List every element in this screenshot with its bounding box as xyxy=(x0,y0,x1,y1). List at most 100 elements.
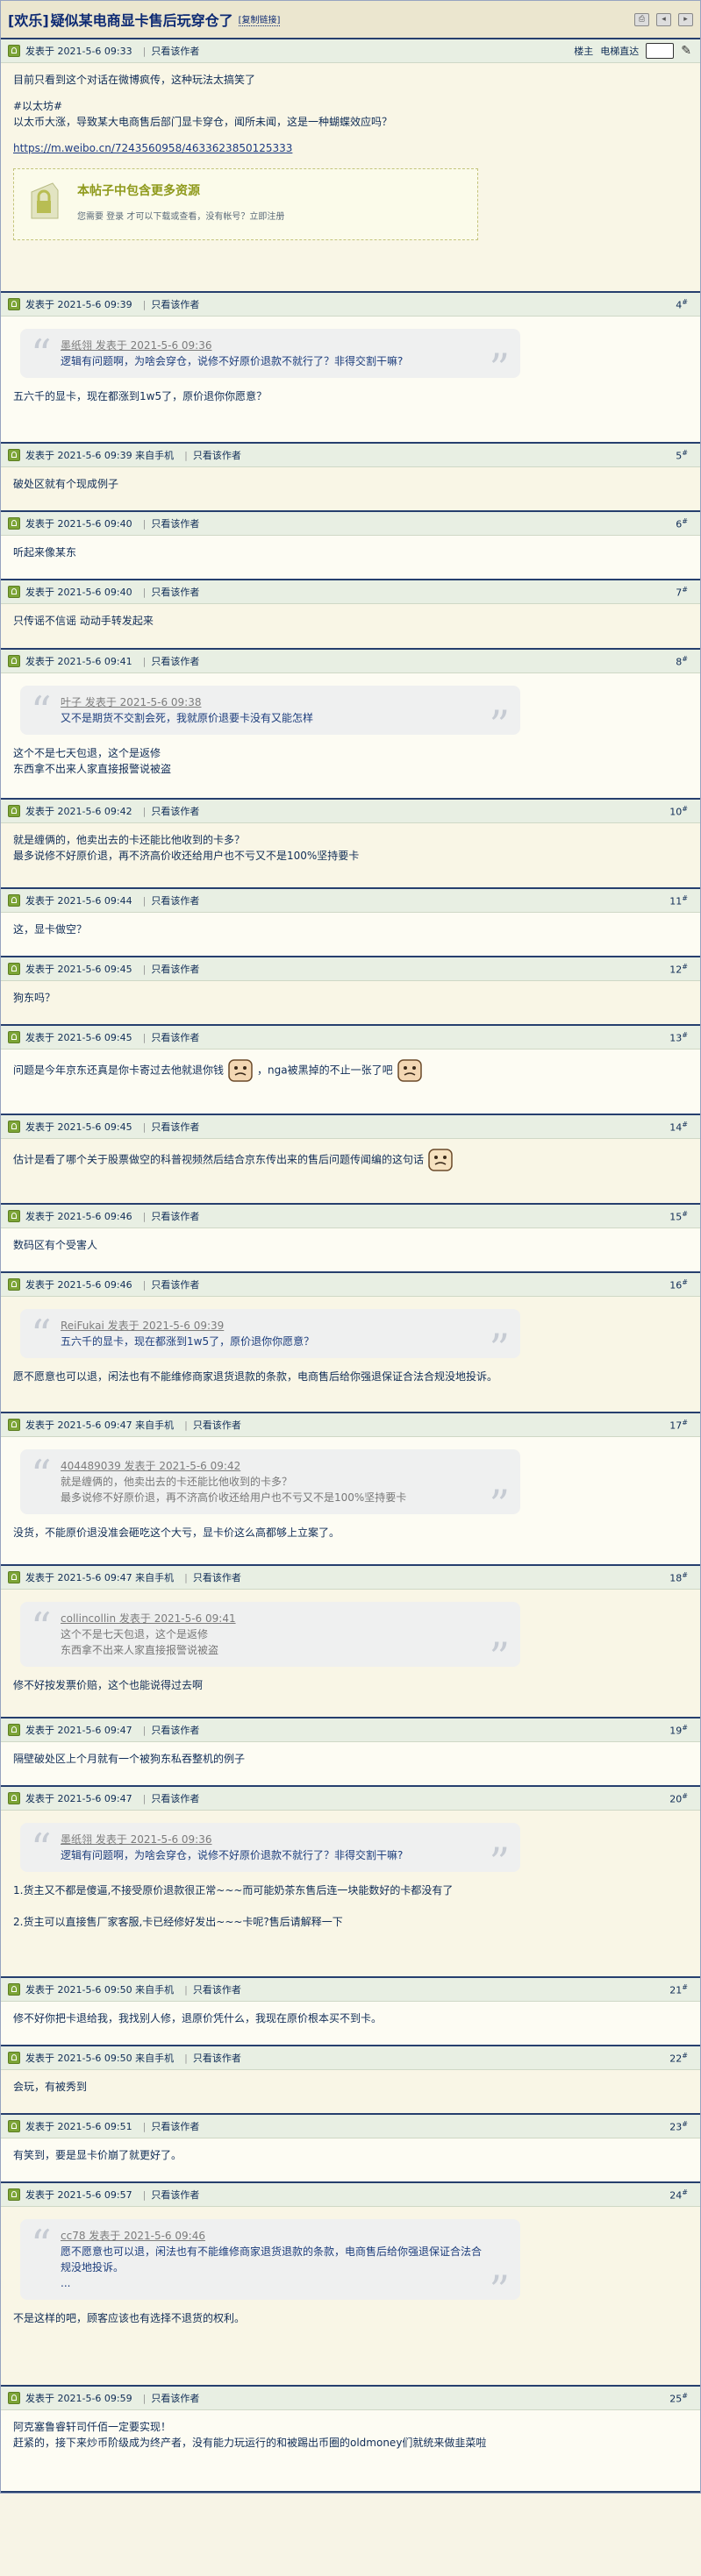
open-quote-icon: “ xyxy=(31,1604,52,1651)
reply-post: 发表于 2021-5-6 09:47 | 只看该作者 19# 隔壁破处区上个月就有一个被… xyxy=(1,1719,700,1787)
weibo-link[interactable]: https://m.weibo.cn/7243560958/4633623850… xyxy=(13,142,292,154)
only-author-link[interactable]: 只看该作者 xyxy=(151,1030,199,1044)
only-author-link[interactable]: 只看该作者 xyxy=(193,1570,241,1584)
post-date: 发表于 2021-5-6 09:39 xyxy=(25,299,132,310)
floor-number: 21# xyxy=(669,1982,688,1996)
only-author-link[interactable]: 只看该作者 xyxy=(151,585,199,599)
user-icon[interactable] xyxy=(8,1031,20,1043)
post-line: 五六千的显卡，现在都涨到1w5了，原价退你你愿意？ xyxy=(13,390,268,402)
user-icon[interactable] xyxy=(8,449,20,461)
post-line: 目前只看到这个对话在微博疯传，这种玩法太搞笑了 xyxy=(13,74,256,86)
only-author-link[interactable]: 只看该作者 xyxy=(151,1791,199,1805)
user-icon[interactable] xyxy=(8,2052,20,2064)
next-thread-icon[interactable]: ▸ xyxy=(678,12,693,26)
quote-author[interactable]: 叶子 发表于 2021-5-6 09:38 xyxy=(61,694,485,710)
reply-post: 发表于 2021-5-6 09:40 | 只看该作者 6# 听起来像某东 xyxy=(1,512,700,580)
post-header: 发表于 2021-5-6 09:51 | 只看该作者 23# xyxy=(1,2115,700,2138)
print-icon[interactable]: ⎙ xyxy=(634,12,649,26)
post-body: 估计是看了哪个关于股票做空的科普视频然后结合京东传出来的售后问题传闻编的这句话 xyxy=(1,1139,700,1179)
close-quote-icon: ” xyxy=(489,1325,510,1372)
only-author-link[interactable]: 只看该作者 xyxy=(151,804,199,818)
user-icon[interactable] xyxy=(8,45,20,57)
post-date: 发表于 2021-5-6 09:50 来自手机 xyxy=(25,2053,175,2064)
user-icon[interactable] xyxy=(8,1419,20,1431)
floor-number: 4# xyxy=(676,297,688,311)
only-author-link[interactable]: 只看该作者 xyxy=(151,2119,199,2133)
user-icon[interactable] xyxy=(8,1792,20,1804)
floor-number: 8# xyxy=(676,654,688,668)
floor-value: 22 xyxy=(669,2053,683,2065)
user-icon[interactable] xyxy=(8,1571,20,1583)
only-author-link[interactable]: 只看该作者 xyxy=(151,2391,199,2405)
floor-number: 11# xyxy=(669,893,688,907)
post-body: 数码区有个受害人 xyxy=(1,1228,700,1260)
only-author-link[interactable]: 只看该作者 xyxy=(151,297,199,311)
floor-value: 13 xyxy=(669,1032,683,1044)
only-author-link[interactable]: 只看该作者 xyxy=(151,1120,199,1134)
topic-tag[interactable]: [欢乐] xyxy=(8,9,49,30)
post-body: 只传谣不信谣 动动手转发起来 xyxy=(1,604,700,636)
only-author-link[interactable]: 只看该作者 xyxy=(193,1982,241,1996)
only-author-link[interactable]: 只看该作者 xyxy=(151,1209,199,1223)
only-author-link[interactable]: 只看该作者 xyxy=(193,1418,241,1432)
only-author-link[interactable]: 只看该作者 xyxy=(151,962,199,976)
post-header: 发表于 2021-5-6 09:45 | 只看该作者 13# xyxy=(1,1026,700,1050)
user-icon[interactable] xyxy=(8,2120,20,2132)
user-icon[interactable] xyxy=(8,2392,20,2404)
post-body: 这，显卡做空？ xyxy=(1,913,700,944)
only-author-link[interactable]: 只看该作者 xyxy=(193,2051,241,2065)
copy-link-button[interactable]: [复制链接] xyxy=(238,12,281,26)
only-author-link[interactable]: 只看该作者 xyxy=(151,2188,199,2202)
post-line: 修不好你把卡退给我，我找别人修，退原价凭什么，我现在原价根本买不到卡。 xyxy=(13,2012,383,2025)
post-date: 发表于 2021-5-6 09:47 xyxy=(25,1793,132,1804)
quote-block: “ collincollin 发表于 2021-5-6 09:41 这个不是七天包退… xyxy=(20,1602,520,1677)
floor-jump-input[interactable] xyxy=(646,43,675,59)
quote-author[interactable]: cc78 发表于 2021-5-6 09:46 xyxy=(61,2228,485,2244)
user-icon[interactable] xyxy=(8,805,20,817)
prev-thread-icon[interactable]: ◂ xyxy=(656,12,671,26)
user-icon[interactable] xyxy=(8,894,20,907)
only-author-link[interactable]: 只看该作者 xyxy=(193,448,241,462)
post-header: 发表于 2021-5-6 09:50 来自手机 | 只看该作者 22# xyxy=(1,2046,700,2070)
only-author-link[interactable]: 只看该作者 xyxy=(151,44,199,58)
notice-login-text[interactable]: 您需要 登录 才可以下载或查看，没有帐号？立即注册 xyxy=(77,210,284,225)
post-header: 发表于 2021-5-6 09:45 | 只看该作者 14# xyxy=(1,1115,700,1139)
post-body: “ ReiFukai 发表于 2021-5-6 09:39 五六千的显卡，现在都涨到… xyxy=(1,1297,700,1391)
user-icon[interactable] xyxy=(8,655,20,667)
floor-number: 16# xyxy=(669,1277,688,1292)
user-icon[interactable] xyxy=(8,1983,20,1996)
user-icon[interactable] xyxy=(8,517,20,530)
post-line: 修不好按发票价赔，这个也能说得过去啊 xyxy=(13,1679,204,1691)
only-author-link[interactable]: 只看该作者 xyxy=(151,654,199,668)
quote-author[interactable]: 墨纸翎 发表于 2021-5-6 09:36 xyxy=(61,338,485,353)
post-date: 发表于 2021-5-6 09:40 xyxy=(25,518,132,530)
user-icon[interactable] xyxy=(8,2188,20,2201)
quote-author[interactable]: 墨纸翎 发表于 2021-5-6 09:36 xyxy=(61,1832,485,1847)
separator: | xyxy=(184,1983,188,1996)
quote-line: 逻辑有问题啊，为啥会穿仓，说修不好原价退款不就行了？非得交割干嘛? xyxy=(61,355,404,367)
reply-post: 发表于 2021-5-6 09:42 | 只看该作者 10# 就是缠俩的，他卖出去的卡还… xyxy=(1,800,700,889)
quote-line: 五六千的显卡，现在都涨到1w5了，原价退你你愿意？ xyxy=(61,1335,315,1348)
only-author-link[interactable]: 只看该作者 xyxy=(151,1723,199,1737)
quote-author[interactable]: 404489039 发表于 2021-5-6 09:42 xyxy=(61,1458,485,1474)
user-icon[interactable] xyxy=(8,1724,20,1736)
only-author-link[interactable]: 只看该作者 xyxy=(151,1277,199,1292)
post-body: “ 墨纸翎 发表于 2021-5-6 09:36 逻辑有问题啊，为啥会穿仓，说修不好… xyxy=(1,1811,700,1937)
quote-author[interactable]: ReiFukai 发表于 2021-5-6 09:39 xyxy=(61,1318,485,1334)
open-quote-icon: “ xyxy=(31,687,52,735)
reply-post: 发表于 2021-5-6 09:45 | 只看该作者 13# 问题是今年京东还真是你卡寄… xyxy=(1,1026,700,1115)
post-header: 发表于 2021-5-6 09:46 | 只看该作者 16# xyxy=(1,1273,700,1297)
user-icon[interactable] xyxy=(8,963,20,975)
user-icon[interactable] xyxy=(8,298,20,310)
post-line: 破处区就有个现成例子 xyxy=(13,478,119,490)
user-icon[interactable] xyxy=(8,1278,20,1291)
post-date: 发表于 2021-5-6 09:46 xyxy=(25,1211,132,1222)
user-icon[interactable] xyxy=(8,586,20,598)
wrench-icon[interactable]: ✎ xyxy=(681,44,691,58)
hidden-resources-notice: 本帖子中包含更多资源 您需要 登录 才可以下载或查看，没有帐号？立即注册 xyxy=(13,168,478,240)
only-author-link[interactable]: 只看该作者 xyxy=(151,893,199,907)
only-author-link[interactable]: 只看该作者 xyxy=(151,516,199,530)
quote-author[interactable]: collincollin 发表于 2021-5-6 09:41 xyxy=(61,1611,485,1626)
user-icon[interactable] xyxy=(8,1210,20,1222)
user-icon[interactable] xyxy=(8,1121,20,1133)
